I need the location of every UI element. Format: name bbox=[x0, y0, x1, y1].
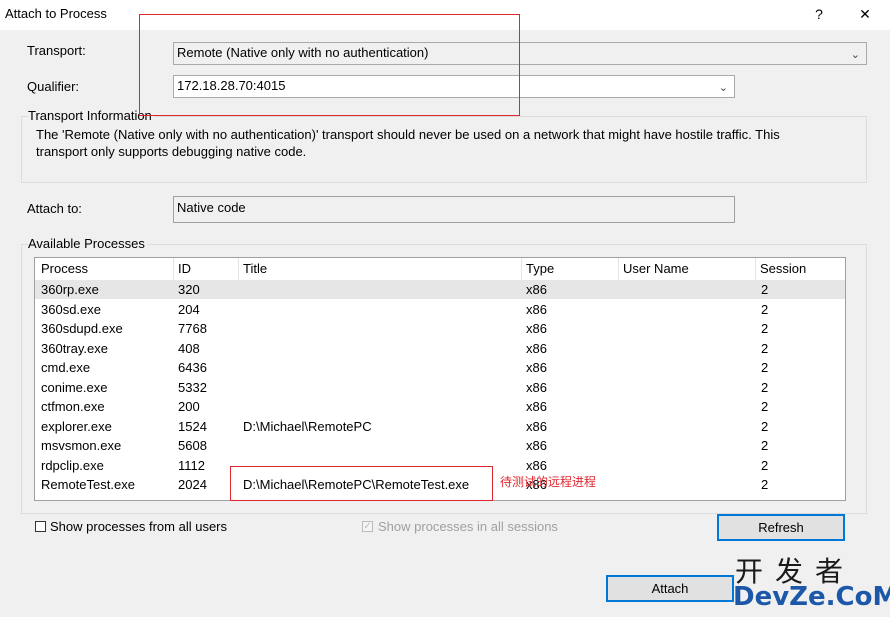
annotation-label: 待测试的远程进程 bbox=[500, 475, 597, 489]
help-button[interactable]: ? bbox=[802, 2, 836, 26]
cell-type: x86 bbox=[526, 321, 547, 336]
qualifier-label: Qualifier: bbox=[27, 79, 80, 94]
cell-session: 2 bbox=[761, 301, 769, 317]
table-row[interactable]: explorer.exe 1524 D:\Michael\RemotePC x86 2 bbox=[35, 417, 845, 436]
cell-id: 5332 bbox=[178, 379, 207, 395]
table-row[interactable]: 360sd.exe 204 x86 2 bbox=[35, 300, 845, 319]
cell-session: 2 bbox=[761, 340, 769, 356]
cell-process: explorer.exe bbox=[41, 418, 112, 434]
all-sessions-checkbox[interactable]: ✓ bbox=[362, 521, 373, 532]
cell-type: x86 bbox=[526, 438, 547, 453]
cell-session: 2 bbox=[761, 379, 769, 395]
window-title: Attach to Process bbox=[5, 6, 107, 21]
cell-id: 320 bbox=[178, 282, 200, 297]
cell-type: x86 bbox=[526, 399, 547, 414]
column-header-process[interactable]: Process bbox=[37, 258, 174, 280]
cell-process: conime.exe bbox=[41, 379, 108, 395]
all-users-label[interactable]: Show processes from all users bbox=[50, 519, 227, 534]
cell-type: x86 bbox=[526, 457, 547, 473]
table-row[interactable]: conime.exe 5332 x86 2 bbox=[35, 378, 845, 397]
highlight-process-box bbox=[230, 466, 493, 501]
transport-label: Transport: bbox=[27, 43, 86, 58]
cell-process: rdpclip.exe bbox=[41, 457, 104, 473]
cell-type: x86 bbox=[526, 282, 547, 297]
cell-title: D:\Michael\RemotePC bbox=[243, 418, 372, 434]
highlight-transport-box bbox=[139, 14, 520, 116]
cell-id: 204 bbox=[178, 301, 200, 317]
attach-button[interactable]: Attach bbox=[606, 575, 734, 602]
cell-session: 2 bbox=[761, 282, 769, 297]
chevron-down-icon: ⌄ bbox=[850, 49, 860, 61]
all-users-checkbox[interactable] bbox=[35, 521, 46, 532]
cell-session: 2 bbox=[761, 321, 769, 336]
cell-process: RemoteTest.exe bbox=[41, 477, 135, 492]
process-list[interactable]: Process ID Title Type User Name Session … bbox=[34, 257, 846, 501]
table-row[interactable]: 360sdupd.exe 7768 x86 2 bbox=[35, 319, 845, 338]
cell-id: 1524 bbox=[178, 418, 207, 434]
table-row[interactable]: cmd.exe 6436 x86 2 bbox=[35, 358, 845, 377]
all-sessions-label[interactable]: Show processes in all sessions bbox=[378, 519, 558, 534]
transport-info-legend: Transport Information bbox=[28, 108, 154, 123]
table-row[interactable]: ctfmon.exe 200 x86 2 bbox=[35, 397, 845, 416]
transport-info-text: The 'Remote (Native only with no authent… bbox=[36, 126, 856, 160]
chevron-down-icon: ⌄ bbox=[718, 82, 728, 94]
column-header-user-name[interactable]: User Name bbox=[619, 258, 756, 280]
cell-session: 2 bbox=[761, 418, 769, 434]
cell-type: x86 bbox=[526, 418, 547, 434]
available-processes-legend: Available Processes bbox=[28, 236, 147, 251]
attach-to-field[interactable]: Native code bbox=[173, 196, 735, 223]
cell-id: 408 bbox=[178, 340, 200, 356]
column-header-type[interactable]: Type bbox=[522, 258, 619, 280]
attach-to-label: Attach to: bbox=[27, 201, 82, 216]
cell-type: x86 bbox=[526, 379, 547, 395]
transport-info-line1: The 'Remote (Native only with no authent… bbox=[36, 127, 780, 142]
column-header-title[interactable]: Title bbox=[239, 258, 522, 280]
cell-process: 360sd.exe bbox=[41, 301, 101, 317]
table-row[interactable]: msvsmon.exe 5608 x86 2 bbox=[35, 436, 845, 455]
cell-id: 200 bbox=[178, 399, 200, 414]
close-button[interactable]: ✕ bbox=[848, 2, 882, 26]
table-row[interactable]: 360rp.exe 320 x86 2 bbox=[35, 280, 845, 299]
transport-info-line2: transport only supports debugging native… bbox=[36, 144, 307, 159]
cell-session: 2 bbox=[761, 360, 769, 375]
watermark-logo-en: DevZe.CoM bbox=[733, 582, 890, 612]
cell-session: 2 bbox=[761, 457, 769, 473]
table-row[interactable]: 360tray.exe 408 x86 2 bbox=[35, 339, 845, 358]
cell-process: cmd.exe bbox=[41, 360, 91, 375]
cell-id: 6436 bbox=[178, 360, 207, 375]
cell-id: 1112 bbox=[178, 457, 205, 473]
cell-session: 2 bbox=[761, 399, 769, 414]
cell-type: x86 bbox=[526, 301, 547, 317]
cell-type: x86 bbox=[526, 360, 547, 375]
cell-process: 360sdupd.exe bbox=[41, 321, 123, 336]
cell-id: 7768 bbox=[178, 321, 207, 336]
cell-process: ctfmon.exe bbox=[41, 399, 105, 414]
cell-process: 360rp.exe bbox=[41, 282, 99, 297]
cell-session: 2 bbox=[761, 438, 769, 453]
column-header-session[interactable]: Session bbox=[756, 258, 845, 280]
cell-id: 2024 bbox=[178, 477, 207, 492]
cell-process: msvsmon.exe bbox=[41, 438, 122, 453]
cell-process: 360tray.exe bbox=[41, 340, 108, 356]
cell-session: 2 bbox=[761, 477, 769, 492]
column-header-id[interactable]: ID bbox=[174, 258, 239, 280]
cell-id: 5608 bbox=[178, 438, 207, 453]
cell-type: x86 bbox=[526, 340, 547, 356]
refresh-button[interactable]: Refresh bbox=[717, 514, 845, 541]
